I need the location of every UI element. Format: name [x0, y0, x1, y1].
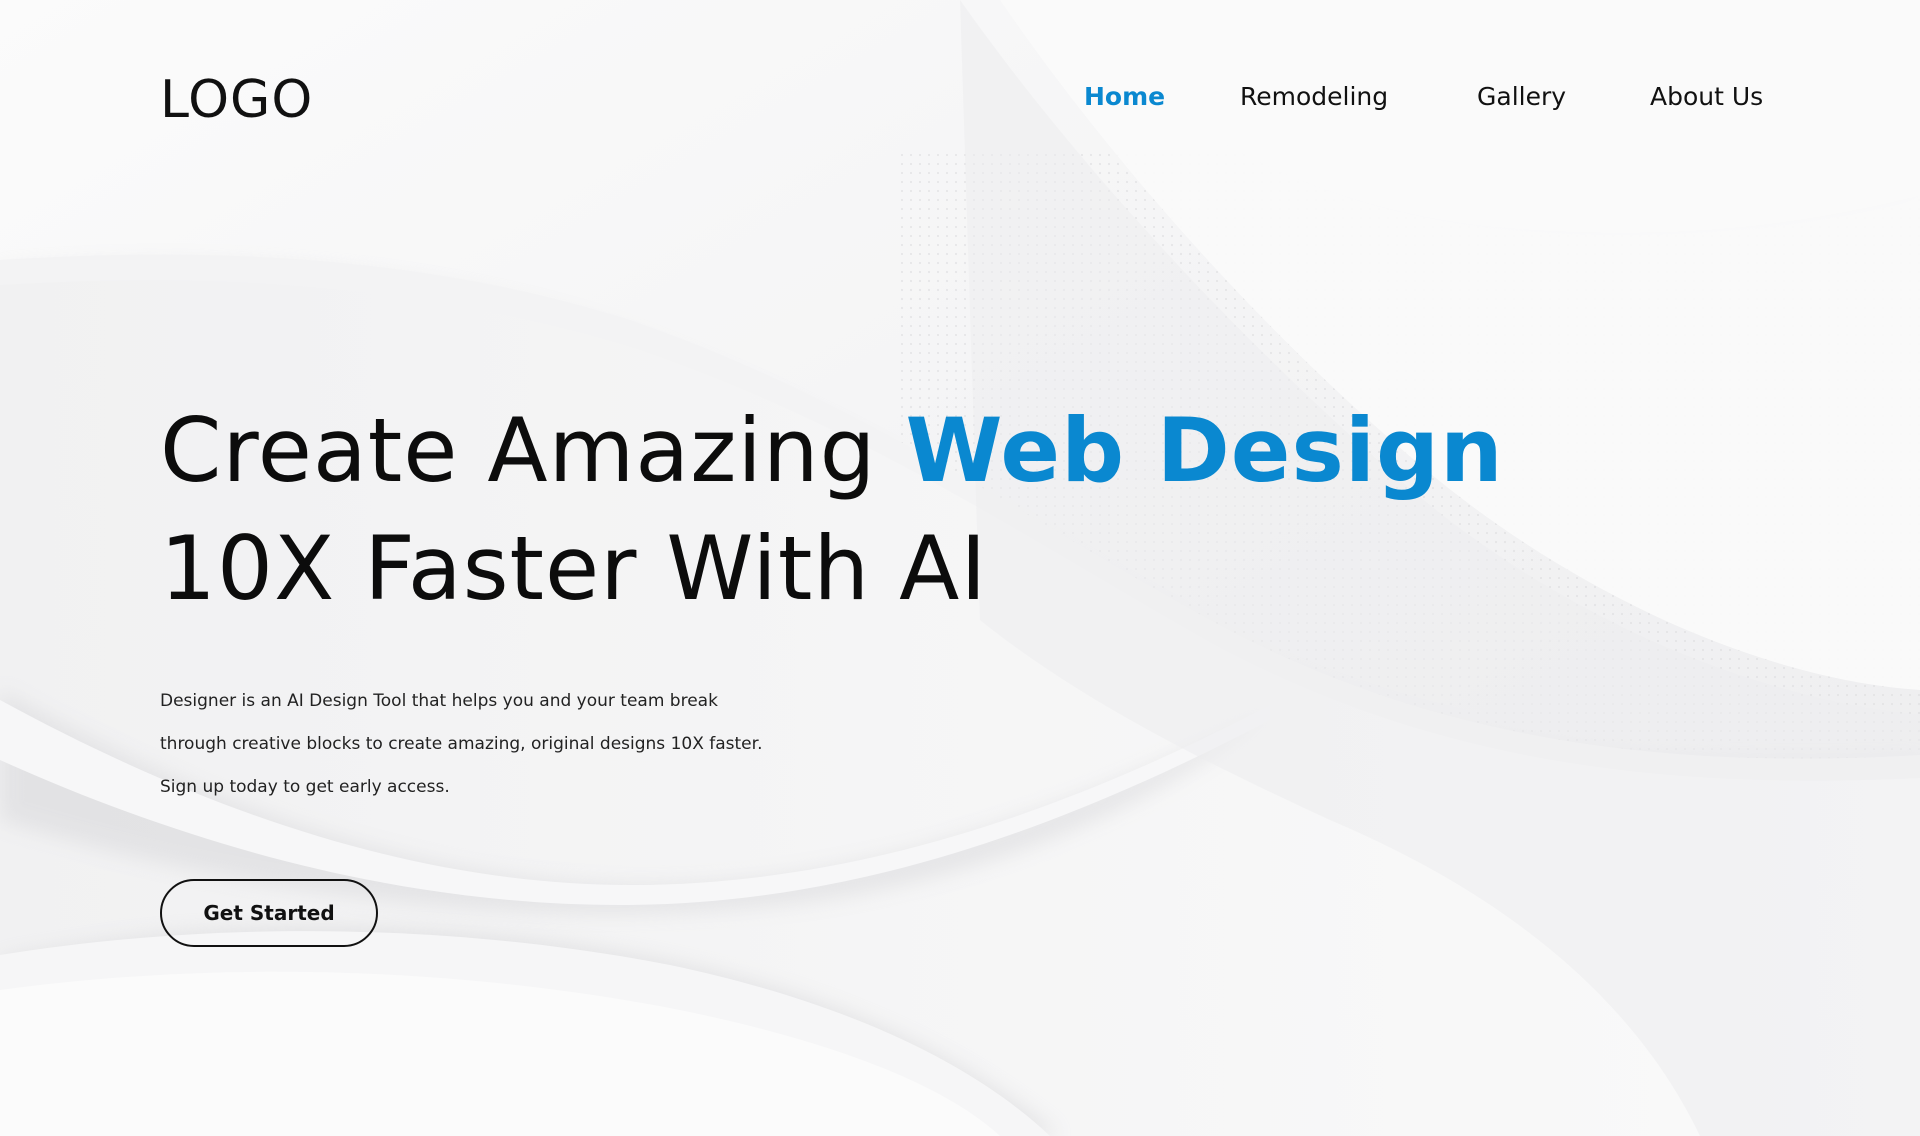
description-line: through creative blocks to create amazin… [160, 734, 763, 754]
headline-line2: 10X Faster With AI [160, 517, 988, 620]
hero-description: Designer is an AI Design Tool that helps… [160, 680, 800, 809]
headline-accent: Web Design [905, 399, 1504, 502]
logo[interactable]: LOGO [160, 70, 313, 130]
headline-part1: Create Amazing [160, 399, 906, 502]
nav-about-us[interactable]: About Us [1650, 82, 1763, 111]
hero-headline: Create Amazing Web Design 10X Faster With… [160, 392, 1504, 628]
nav-remodeling[interactable]: Remodeling [1240, 82, 1388, 111]
main-nav: Home Remodeling Gallery About Us [1084, 82, 1784, 122]
nav-gallery[interactable]: Gallery [1477, 82, 1566, 111]
description-line: Sign up today to get early access. [160, 777, 450, 797]
description-line: Designer is an AI Design Tool that helps… [160, 691, 718, 711]
landing-page: LOGO Home Remodeling Gallery About Us Cr… [0, 0, 1920, 1136]
get-started-button[interactable]: Get Started [160, 879, 378, 947]
nav-home[interactable]: Home [1084, 82, 1165, 111]
